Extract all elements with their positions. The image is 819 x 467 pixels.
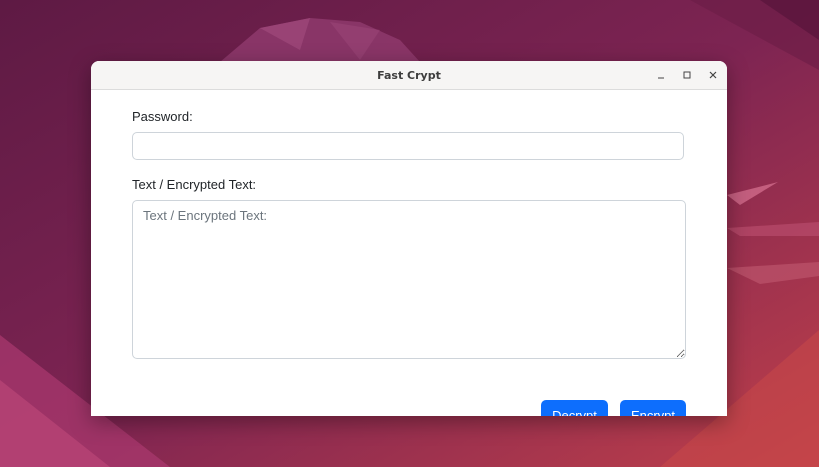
- close-icon[interactable]: [707, 69, 719, 81]
- password-input[interactable]: [132, 132, 684, 160]
- desktop: Fast Crypt Password: Text / Encrypted Te…: [0, 0, 819, 467]
- text-label: Text / Encrypted Text:: [132, 177, 257, 192]
- text-area[interactable]: [132, 200, 686, 359]
- window-controls: [655, 61, 719, 89]
- maximize-icon[interactable]: [681, 69, 693, 81]
- encrypt-button[interactable]: Encrypt: [620, 400, 686, 416]
- decrypt-button[interactable]: Decrypt: [541, 400, 608, 416]
- minimize-icon[interactable]: [655, 69, 667, 81]
- window-titlebar[interactable]: Fast Crypt: [91, 61, 727, 90]
- password-label: Password:: [132, 109, 193, 124]
- app-window: Fast Crypt Password: Text / Encrypted Te…: [91, 61, 727, 416]
- window-title: Fast Crypt: [377, 68, 441, 82]
